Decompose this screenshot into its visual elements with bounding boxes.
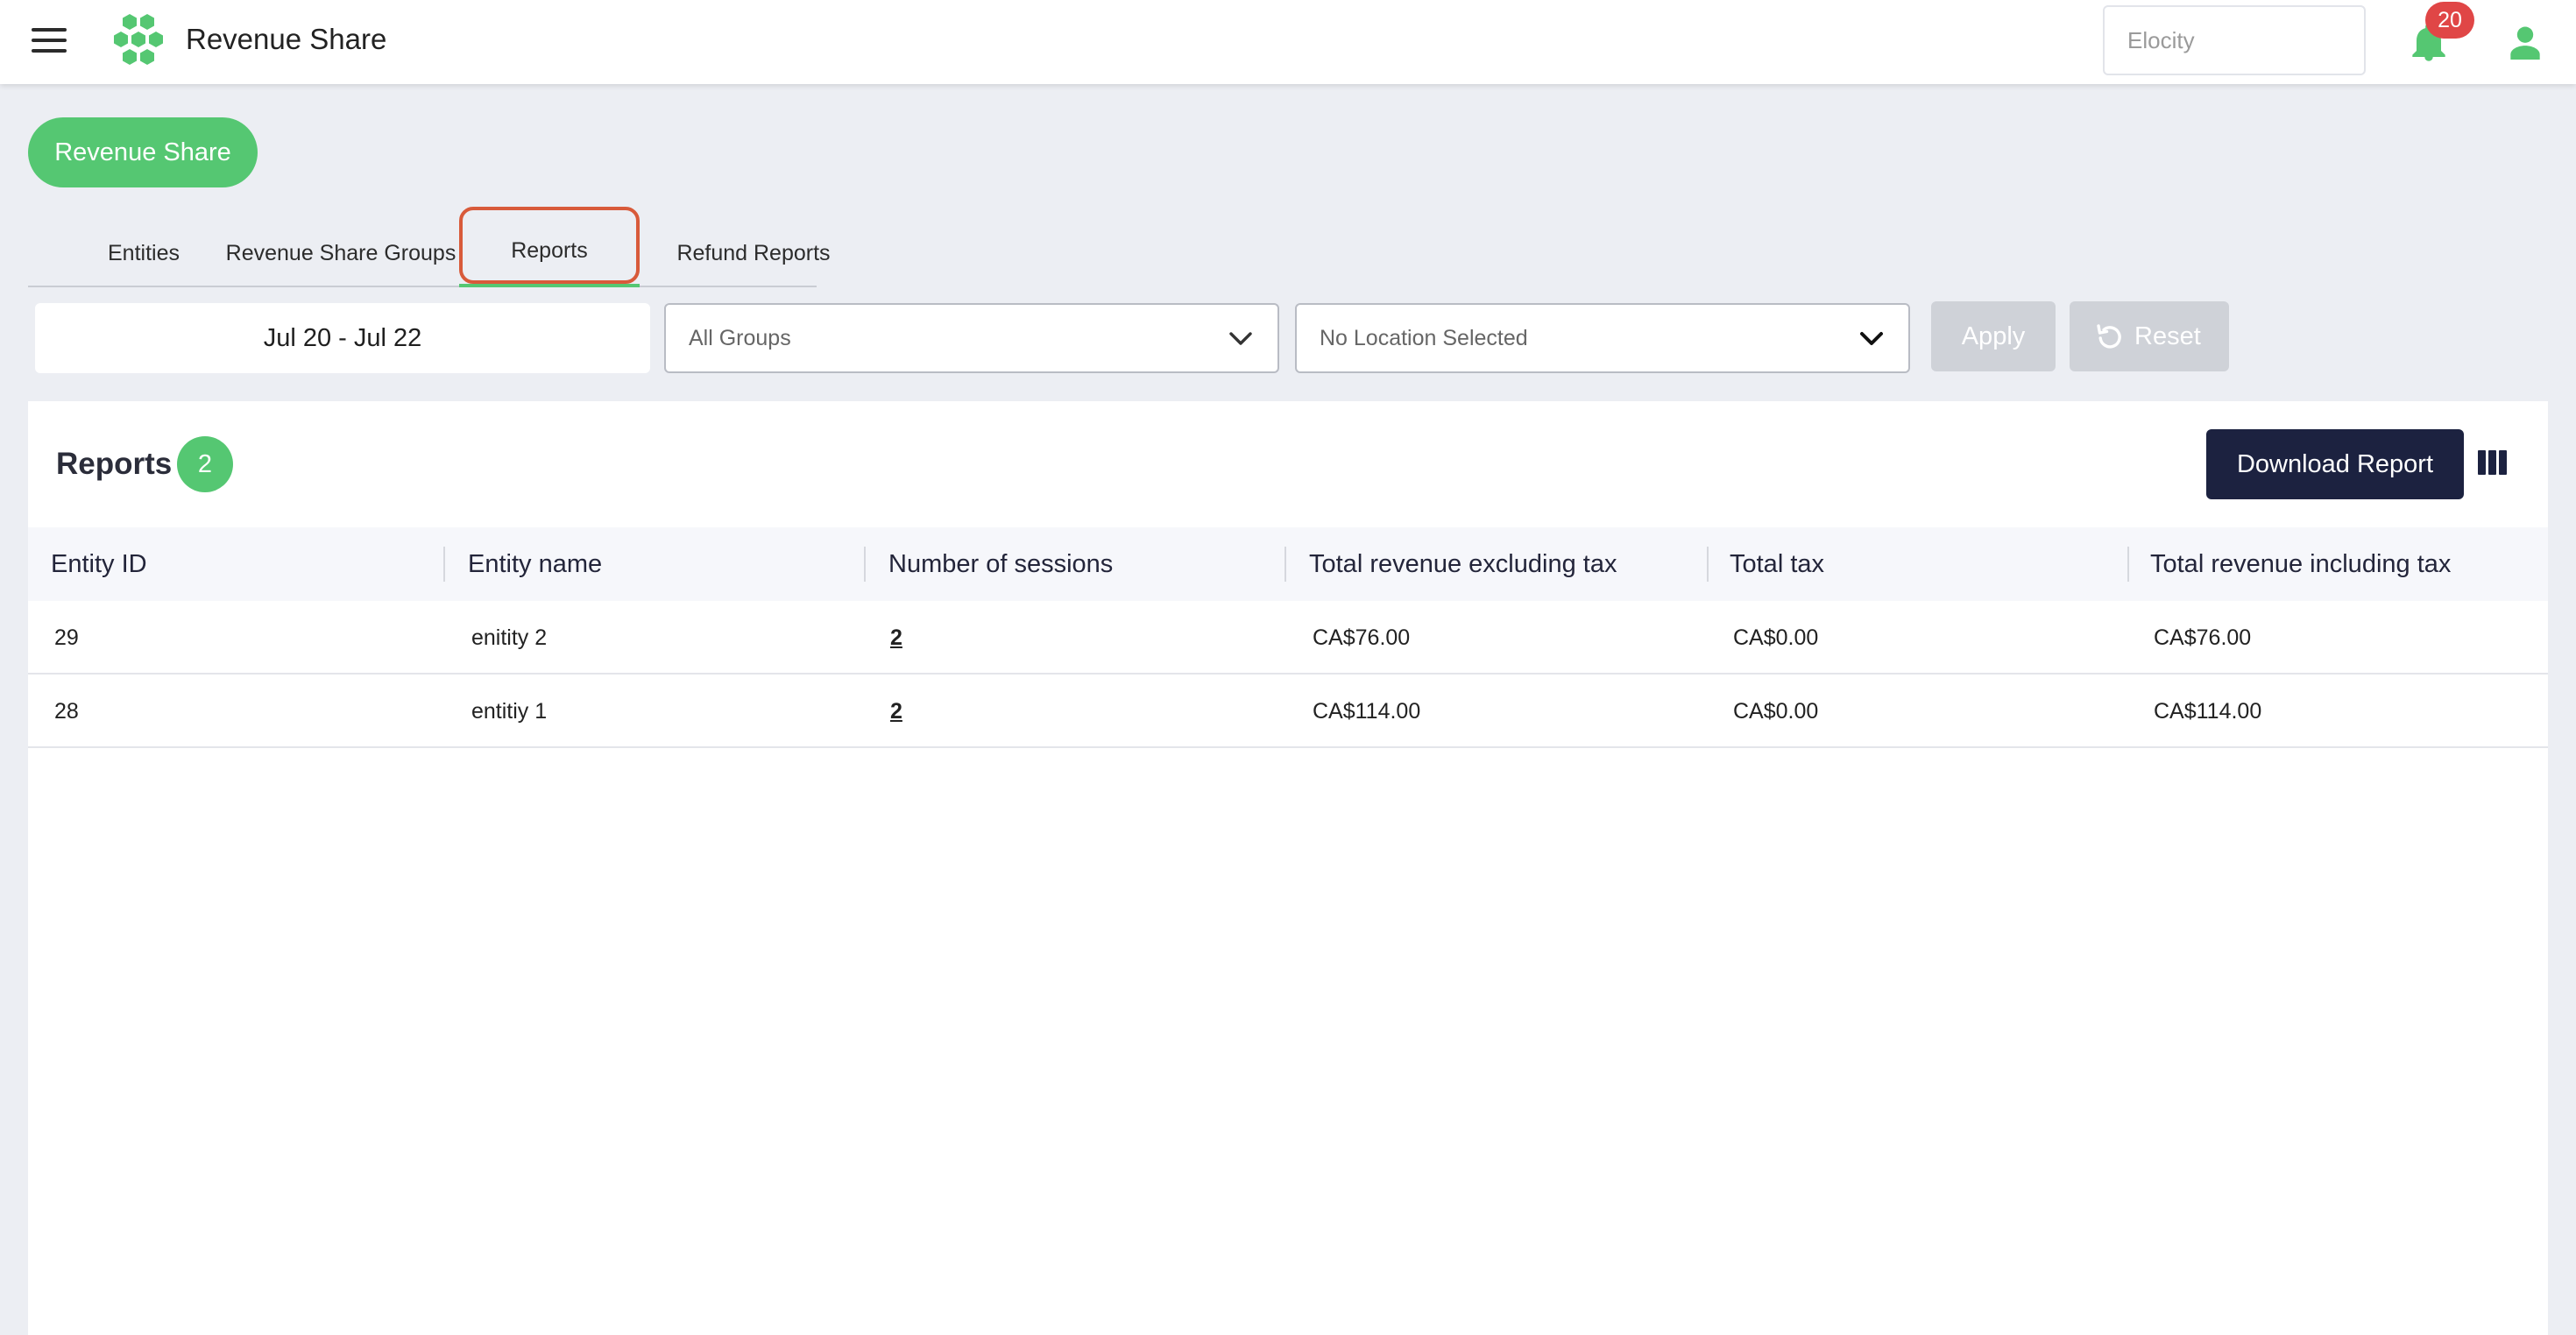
tab-bar: Entities Revenue Share Groups Reports Re…	[28, 207, 831, 287]
date-range-picker[interactable]: Jul 20 - Jul 22	[35, 303, 650, 373]
table-row: 29 enitity 2 2 CA$76.00 CA$0.00 CA$76.00	[28, 601, 2548, 675]
cell-revenue-incl-tax: CA$76.00	[2154, 625, 2252, 650]
column-header-revenue-excl-tax[interactable]: Total revenue excluding tax	[1309, 527, 1617, 601]
organization-input[interactable]	[2103, 5, 2366, 75]
app-title: Revenue Share	[186, 23, 387, 55]
tab-refund-reports[interactable]: Refund Reports	[641, 207, 866, 287]
column-header-revenue-incl-tax[interactable]: Total revenue including tax	[2150, 527, 2451, 601]
sessions-link[interactable]: 2	[890, 675, 902, 748]
column-header-sessions[interactable]: Number of sessions	[888, 527, 1113, 601]
table-row: 28 entitiy 1 2 CA$114.00 CA$0.00 CA$114.…	[28, 675, 2548, 748]
honeycomb-logo-icon	[114, 14, 163, 65]
download-report-button[interactable]: Download Report	[2206, 429, 2464, 499]
tab-revenue-share-groups[interactable]: Revenue Share Groups	[214, 207, 468, 287]
column-divider[interactable]	[1284, 547, 1286, 582]
table-header: Entity ID Entity name Number of sessions…	[28, 527, 2548, 601]
cell-entity-name: enitity 2	[471, 625, 548, 650]
reports-card: Reports 2 Download Report Entity ID Enti…	[28, 401, 2548, 1335]
top-bar: Revenue Share 20	[0, 0, 2576, 84]
reset-label: Reset	[2134, 322, 2201, 350]
cell-revenue-excl-tax: CA$114.00	[1313, 699, 1421, 724]
group-select[interactable]: All Groups	[664, 303, 1279, 373]
column-divider[interactable]	[443, 547, 445, 582]
column-header-total-tax[interactable]: Total tax	[1730, 527, 1824, 601]
reports-title: Reports	[56, 447, 173, 481]
reset-button[interactable]: Reset	[2070, 301, 2229, 371]
menu-icon[interactable]	[32, 26, 67, 54]
cell-entity-id: 29	[54, 625, 79, 650]
revenue-share-pill-button[interactable]: Revenue Share	[28, 117, 258, 187]
cell-entity-id: 28	[54, 699, 79, 724]
reset-icon	[2097, 324, 2121, 349]
location-select-value: No Location Selected	[1320, 326, 1528, 350]
apply-button[interactable]: Apply	[1931, 301, 2056, 371]
tab-entities[interactable]: Entities	[79, 207, 209, 287]
column-header-entity-name[interactable]: Entity name	[468, 527, 602, 601]
columns-icon[interactable]	[2478, 450, 2508, 475]
reports-count-badge: 2	[177, 436, 233, 492]
column-divider[interactable]	[864, 547, 866, 582]
location-select[interactable]: No Location Selected	[1295, 303, 1910, 373]
sessions-link[interactable]: 2	[890, 601, 902, 675]
tab-reports[interactable]: Reports	[459, 207, 640, 287]
cell-revenue-excl-tax: CA$76.00	[1313, 625, 1411, 650]
group-select-value: All Groups	[689, 326, 791, 350]
cell-entity-name: entitiy 1	[471, 699, 548, 724]
column-divider[interactable]	[1707, 547, 1709, 582]
notification-badge: 20	[2425, 2, 2474, 39]
user-icon[interactable]	[2508, 25, 2543, 60]
cell-total-tax: CA$0.00	[1733, 699, 1819, 724]
cell-total-tax: CA$0.00	[1733, 625, 1819, 650]
chevron-down-icon	[1229, 332, 1252, 345]
column-header-entity-id[interactable]: Entity ID	[51, 527, 147, 601]
cell-revenue-incl-tax: CA$114.00	[2154, 699, 2262, 724]
column-divider[interactable]	[2127, 547, 2129, 582]
chevron-down-icon	[1860, 332, 1883, 345]
